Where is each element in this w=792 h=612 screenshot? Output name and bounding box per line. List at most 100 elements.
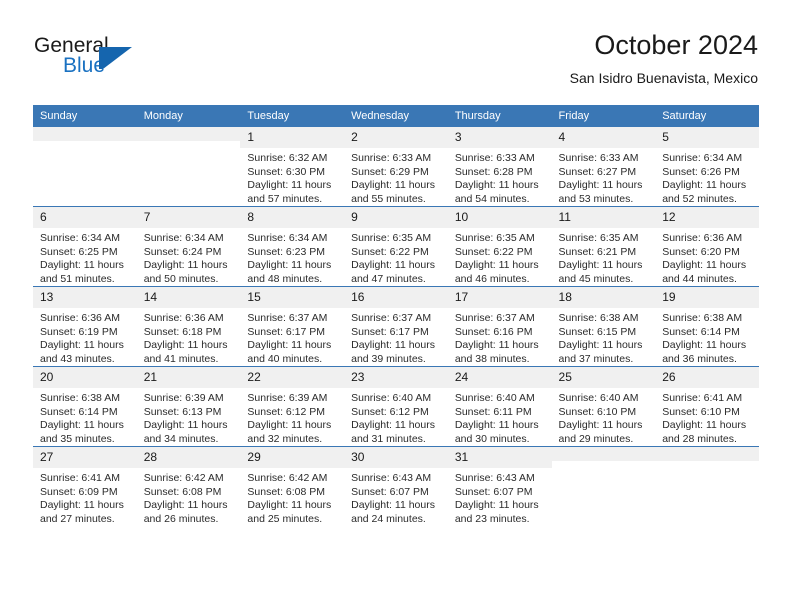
- day-number: 29: [240, 447, 345, 468]
- sunrise-text: Sunrise: 6:43 AM: [454, 472, 535, 484]
- daylight-text-line1: Daylight: 11 hours: [40, 339, 124, 351]
- calendar-day-cell[interactable]: 22 Sunrise: 6:39 AM Sunset: 6:12 PM Dayligh…: [240, 366, 345, 447]
- calendar-day-cell[interactable]: 8 Sunrise: 6:34 AM Sunset: 6:23 PM Daylight…: [240, 206, 345, 287]
- daylight-text-line1: Daylight: 11 hours: [143, 339, 228, 351]
- sunset-text: Sunset: 6:18 PM: [143, 325, 222, 338]
- daylight-text-line2: and 50 minutes.: [143, 272, 219, 285]
- sunset-text: Sunset: 6:07 PM: [454, 485, 533, 498]
- sunset-text: Sunset: 6:12 PM: [351, 405, 429, 418]
- day-sun-info: Sunrise: 6:42 AM Sunset: 6:08 PM Daylight:…: [137, 468, 241, 526]
- sunrise-text: Sunrise: 6:43 AM: [351, 472, 432, 484]
- day-sun-info: Sunrise: 6:41 AM Sunset: 6:10 PM Daylight:…: [655, 388, 759, 446]
- sunset-text: Sunset: 6:24 PM: [143, 245, 222, 258]
- weekday-header-wednesday: Wednesday: [344, 105, 448, 127]
- weekday-header-saturday: Saturday: [655, 105, 759, 127]
- day-number: 25: [551, 367, 656, 388]
- day-number: 7: [136, 207, 241, 228]
- daylight-text-line1: Daylight: 11 hours: [662, 419, 747, 431]
- sunset-text: Sunset: 6:09 PM: [40, 485, 118, 498]
- calendar-day-cell[interactable]: 26 Sunrise: 6:41 AM Sunset: 6:10 PM Dayligh…: [655, 366, 759, 447]
- sunset-text: Sunset: 6:23 PM: [247, 245, 326, 258]
- daylight-text-line1: Daylight: 11 hours: [40, 259, 124, 271]
- daylight-text-line2: and 53 minutes.: [558, 192, 634, 205]
- calendar-day-cell[interactable]: 31 Sunrise: 6:43 AM Sunset: 6:07 PM Dayligh…: [447, 446, 552, 526]
- calendar-day-cell[interactable]: 16 Sunrise: 6:37 AM Sunset: 6:17 PM Dayligh…: [344, 286, 448, 367]
- daylight-text-line1: Daylight: 11 hours: [662, 339, 747, 351]
- day-number: 17: [447, 287, 552, 308]
- daylight-text-line2: and 36 minutes.: [662, 352, 737, 365]
- calendar-day-cell[interactable]: 7 Sunrise: 6:34 AM Sunset: 6:24 PM Daylight…: [136, 206, 241, 287]
- daylight-text-line2: and 30 minutes.: [454, 432, 530, 445]
- daylight-text-line1: Daylight: 11 hours: [143, 419, 228, 431]
- sunrise-text: Sunrise: 6:33 AM: [558, 152, 639, 164]
- calendar-day-cell[interactable]: 9 Sunrise: 6:35 AM Sunset: 6:22 PM Daylight…: [344, 206, 448, 287]
- daylight-text-line1: Daylight: 11 hours: [143, 499, 228, 511]
- calendar-day-cell[interactable]: 14 Sunrise: 6:36 AM Sunset: 6:18 PM Dayligh…: [136, 286, 241, 367]
- calendar-day-cell[interactable]: 2 Sunrise: 6:33 AM Sunset: 6:29 PM Daylight…: [344, 127, 448, 207]
- calendar-day-cell[interactable]: 10 Sunrise: 6:35 AM Sunset: 6:22 PM Dayligh…: [447, 206, 552, 287]
- daylight-text-line1: Daylight: 11 hours: [247, 179, 332, 191]
- sunset-text: Sunset: 6:14 PM: [662, 325, 740, 338]
- daylight-text-line1: Daylight: 11 hours: [558, 419, 643, 431]
- calendar-day-cell[interactable]: 1 Sunrise: 6:32 AM Sunset: 6:30 PM Daylight…: [240, 127, 345, 207]
- calendar-day-cell-empty: [655, 446, 759, 526]
- day-number: 26: [655, 367, 759, 388]
- day-number: 30: [344, 447, 448, 468]
- triangle-flag-icon: [99, 47, 133, 69]
- day-sun-info: Sunrise: 6:38 AM Sunset: 6:15 PM Daylight:…: [552, 308, 656, 366]
- calendar-day-cell[interactable]: 20 Sunrise: 6:38 AM Sunset: 6:14 PM Dayligh…: [33, 366, 137, 447]
- sunset-text: Sunset: 6:11 PM: [454, 405, 532, 418]
- calendar-day-cell[interactable]: 24 Sunrise: 6:40 AM Sunset: 6:11 PM Dayligh…: [447, 366, 552, 447]
- brand-logo[interactable]: General Blue: [34, 34, 214, 90]
- sunrise-text: Sunrise: 6:38 AM: [40, 392, 120, 404]
- daylight-text-line2: and 52 minutes.: [662, 192, 737, 205]
- calendar-day-cell[interactable]: 3 Sunrise: 6:33 AM Sunset: 6:28 PM Daylight…: [447, 127, 552, 207]
- calendar-day-cell[interactable]: 21 Sunrise: 6:39 AM Sunset: 6:13 PM Dayligh…: [136, 366, 241, 447]
- calendar-day-cell[interactable]: 28 Sunrise: 6:42 AM Sunset: 6:08 PM Dayligh…: [136, 446, 241, 526]
- daylight-text-line1: Daylight: 11 hours: [351, 499, 435, 511]
- sunset-text: Sunset: 6:26 PM: [662, 165, 740, 178]
- weekday-header-friday: Friday: [551, 105, 656, 127]
- day-number: 11: [551, 207, 656, 228]
- calendar-day-cell[interactable]: 18 Sunrise: 6:38 AM Sunset: 6:15 PM Dayligh…: [551, 286, 656, 367]
- calendar-day-cell[interactable]: 4 Sunrise: 6:33 AM Sunset: 6:27 PM Daylight…: [551, 127, 656, 207]
- day-sun-info: Sunrise: 6:34 AM Sunset: 6:26 PM Daylight:…: [655, 148, 759, 206]
- sunrise-text: Sunrise: 6:37 AM: [247, 312, 328, 324]
- daylight-text-line2: and 25 minutes.: [247, 512, 323, 525]
- day-sun-info: Sunrise: 6:35 AM Sunset: 6:22 PM Daylight:…: [344, 228, 448, 286]
- calendar-week-row: 27 Sunrise: 6:41 AM Sunset: 6:09 PM Dayligh…: [33, 446, 759, 526]
- day-number: 5: [655, 127, 759, 148]
- calendar-week-row: 1 Sunrise: 6:32 AM Sunset: 6:30 PM Daylight…: [33, 127, 759, 207]
- day-number: 4: [551, 127, 656, 148]
- calendar-day-cell[interactable]: 23 Sunrise: 6:40 AM Sunset: 6:12 PM Dayligh…: [344, 366, 448, 447]
- day-sun-info: Sunrise: 6:39 AM Sunset: 6:12 PM Daylight:…: [240, 388, 344, 446]
- calendar-day-cell[interactable]: 29 Sunrise: 6:42 AM Sunset: 6:08 PM Dayligh…: [240, 446, 345, 526]
- daylight-text-line2: and 31 minutes.: [351, 432, 426, 445]
- daylight-text-line1: Daylight: 11 hours: [351, 339, 435, 351]
- calendar-day-cell[interactable]: 5 Sunrise: 6:34 AM Sunset: 6:26 PM Daylight…: [655, 127, 759, 207]
- daylight-text-line1: Daylight: 11 hours: [558, 259, 643, 271]
- calendar-week-row: 13 Sunrise: 6:36 AM Sunset: 6:19 PM Dayligh…: [33, 286, 759, 367]
- sunset-text: Sunset: 6:22 PM: [454, 245, 533, 258]
- sunset-text: Sunset: 6:22 PM: [351, 245, 429, 258]
- daylight-text-line2: and 37 minutes.: [558, 352, 634, 365]
- calendar-day-cell[interactable]: 15 Sunrise: 6:37 AM Sunset: 6:17 PM Dayligh…: [240, 286, 345, 367]
- calendar-day-cell[interactable]: 13 Sunrise: 6:36 AM Sunset: 6:19 PM Dayligh…: [33, 286, 137, 367]
- calendar-day-cell[interactable]: 17 Sunrise: 6:37 AM Sunset: 6:16 PM Dayligh…: [447, 286, 552, 367]
- sunrise-text: Sunrise: 6:35 AM: [351, 232, 432, 244]
- calendar-day-cell[interactable]: 19 Sunrise: 6:38 AM Sunset: 6:14 PM Dayligh…: [655, 286, 759, 367]
- day-sun-info: Sunrise: 6:38 AM Sunset: 6:14 PM Daylight:…: [655, 308, 759, 366]
- sunrise-text: Sunrise: 6:33 AM: [351, 152, 432, 164]
- calendar-day-cell[interactable]: 6 Sunrise: 6:34 AM Sunset: 6:25 PM Daylight…: [33, 206, 137, 287]
- calendar-day-cell-empty: [136, 127, 241, 207]
- calendar-day-cell[interactable]: 27 Sunrise: 6:41 AM Sunset: 6:09 PM Dayligh…: [33, 446, 137, 526]
- weekday-header-sunday: Sunday: [33, 105, 137, 127]
- calendar-day-cell[interactable]: 30 Sunrise: 6:43 AM Sunset: 6:07 PM Dayligh…: [344, 446, 448, 526]
- daylight-text-line1: Daylight: 11 hours: [662, 259, 747, 271]
- sunset-text: Sunset: 6:17 PM: [351, 325, 429, 338]
- day-sun-info: Sunrise: 6:35 AM Sunset: 6:22 PM Daylight:…: [448, 228, 552, 286]
- calendar-day-cell[interactable]: 25 Sunrise: 6:40 AM Sunset: 6:10 PM Dayligh…: [551, 366, 656, 447]
- calendar-day-cell[interactable]: 11 Sunrise: 6:35 AM Sunset: 6:21 PM Dayligh…: [551, 206, 656, 287]
- calendar-day-cell[interactable]: 12 Sunrise: 6:36 AM Sunset: 6:20 PM Dayligh…: [655, 206, 759, 287]
- day-number: 21: [136, 367, 241, 388]
